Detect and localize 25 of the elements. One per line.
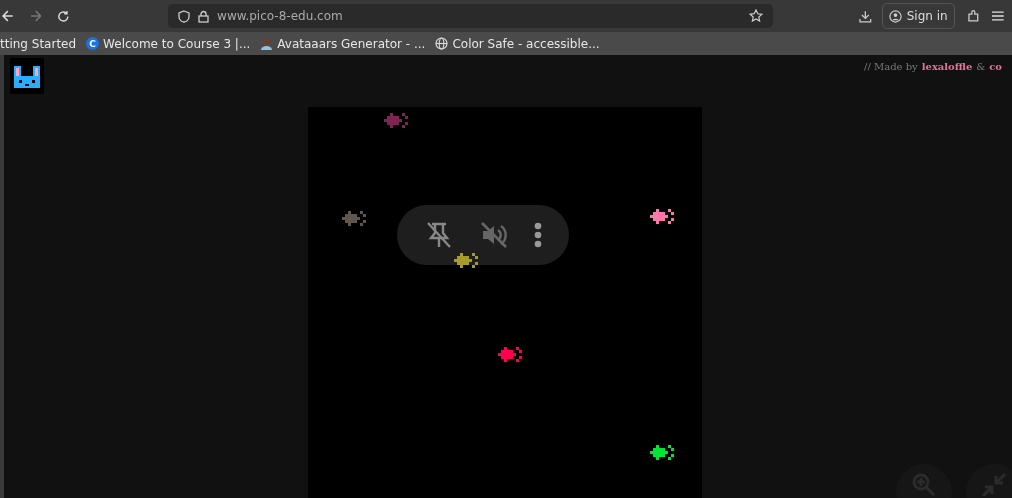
author-link[interactable]: lexaloffle [921, 61, 973, 72]
back-icon[interactable] [2, 10, 14, 22]
reload-icon[interactable] [57, 9, 71, 23]
download-icon[interactable] [859, 9, 872, 23]
forward-icon[interactable] [29, 10, 42, 22]
account-icon [888, 9, 902, 23]
avatar-icon [260, 37, 274, 50]
star-icon[interactable] [749, 9, 764, 23]
bookmark-link[interactable]: C Welcome to Course 3 |... [86, 36, 251, 51]
bookmark-link[interactable]: Color Safe - accessible... [435, 36, 600, 51]
shield-icon [178, 9, 191, 23]
credit-text: // Made by [864, 61, 918, 72]
globe-icon [435, 37, 449, 50]
puzzle-icon[interactable] [966, 9, 981, 23]
bookmark-link[interactable]: Avataaars Generator - ... [260, 36, 426, 51]
menu-icon[interactable] [992, 11, 1004, 21]
author-link[interactable]: co [989, 61, 1002, 72]
credit-text: & [976, 61, 986, 72]
bunny-logo-icon[interactable] [10, 58, 44, 94]
muted-speaker-icon[interactable] [479, 220, 509, 250]
bookmark-link[interactable]: tting Started [0, 36, 77, 51]
address-bar[interactable]: www.pico-8-edu.com [168, 4, 774, 28]
lock-icon [198, 9, 210, 23]
sign-in-button[interactable]: Sign in [881, 3, 955, 29]
more-options-icon[interactable] [534, 222, 543, 248]
